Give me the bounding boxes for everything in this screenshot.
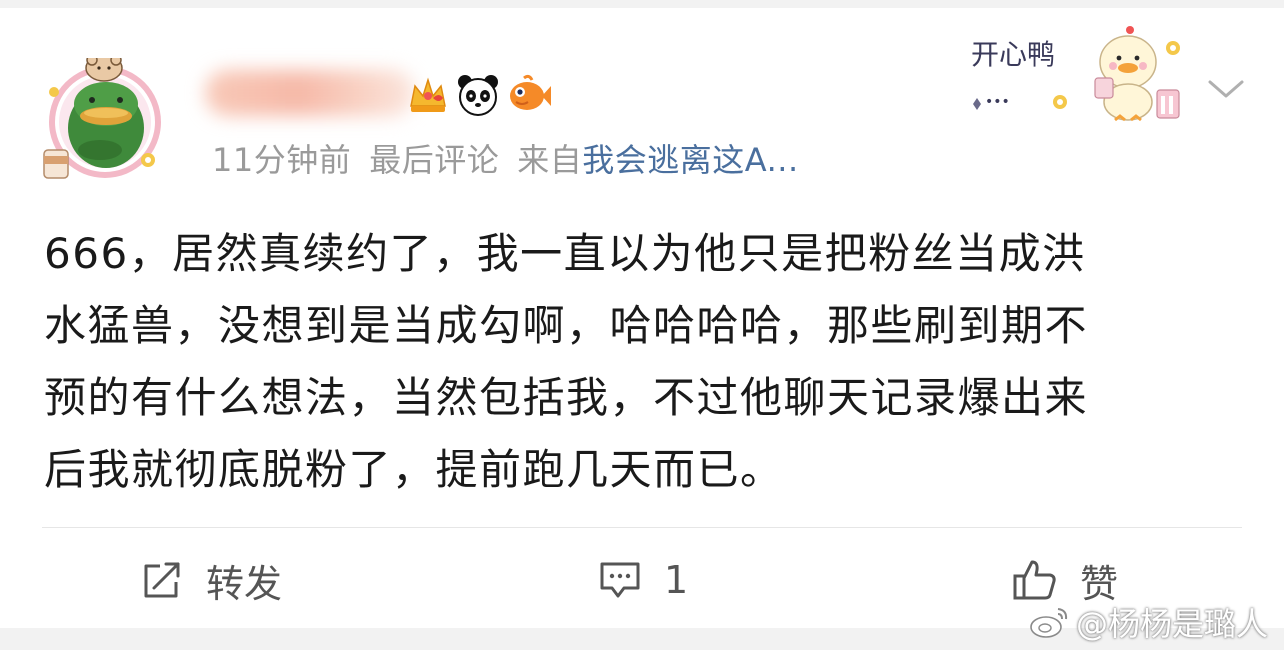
source-link[interactable]: 我会逃离这A... [582, 141, 798, 179]
repost-button[interactable]: 转发 [140, 554, 282, 606]
watermark-text: @杨杨是璐人 [1076, 605, 1269, 643]
divider [42, 527, 1242, 528]
post-body-line: 666，居然真续约了，我一直以为他只是把粉丝当成洪 [44, 229, 1086, 278]
comment-icon [600, 562, 640, 598]
more-options-button[interactable] [1206, 78, 1246, 102]
sticker-dots: ••• [985, 94, 1010, 110]
weibo-logo-icon [1030, 608, 1068, 638]
last-comment-label: 最后评论 [369, 141, 500, 179]
thumbs-up-icon [1013, 560, 1056, 600]
panda-icon [458, 75, 498, 116]
duck-sticker-icon: 开心鸭 ••• [971, 26, 1180, 122]
happy-duck-sticker: 开心鸭 ••• [965, 20, 1190, 125]
crown-badge [405, 72, 451, 118]
watermark: @杨杨是璐人 [1028, 600, 1268, 644]
comment-count: 1 [664, 558, 689, 602]
post-meta: 11分钟前 最后评论 来自我会逃离这A... [212, 140, 799, 180]
post-body-line: 水猛兽，没想到是当成勾啊，哈哈哈哈，那些刷到期不 [44, 301, 1089, 350]
fish-badge [506, 72, 552, 118]
repost-label: 转发 [206, 561, 283, 606]
post-card: 11分钟前 最后评论 来自我会逃离这A... 开心鸭 ••• 666，居然真续约… [0, 8, 1284, 628]
comment-button[interactable]: 1 [598, 554, 688, 606]
avatar[interactable] [40, 54, 170, 182]
crown-icon [410, 77, 446, 112]
repost-icon [144, 562, 180, 598]
username-blurred[interactable] [205, 70, 415, 116]
sticker-text: 开心鸭 [971, 38, 1055, 71]
chevron-down-icon [1208, 80, 1244, 98]
source-prefix: 来自 [517, 141, 583, 179]
fish-icon [510, 74, 551, 110]
post-body-line: 后我就彻底脱粉了，提前跑几天而已。 [44, 445, 784, 494]
post-body-line: 预的有什么想法，当然包括我，不过他聊天记录爆出来 [44, 373, 1089, 422]
post-time: 11分钟前 [212, 141, 352, 179]
post-body: 666，居然真续约了，我一直以为他只是把粉丝当成洪 水猛兽，没想到是当成勾啊，哈… [44, 218, 1244, 506]
panda-badge [455, 72, 501, 118]
frog-duck-avatar-icon [43, 54, 161, 179]
